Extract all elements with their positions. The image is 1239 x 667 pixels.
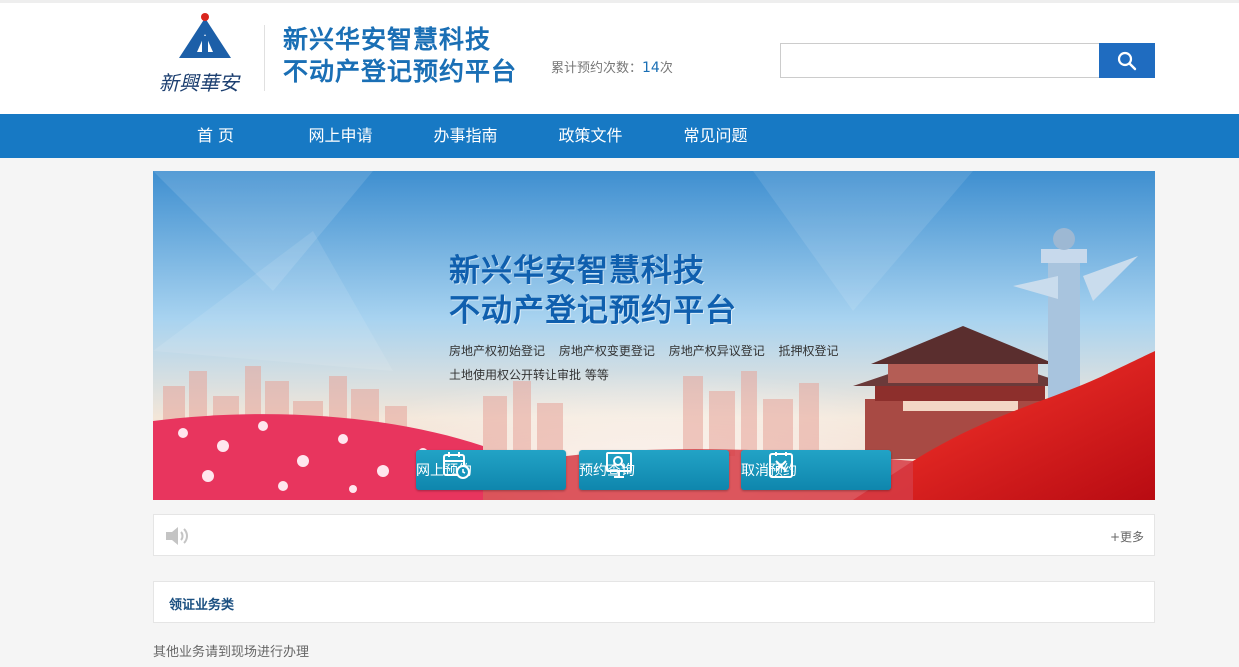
more-link[interactable]: +更多 bbox=[1110, 528, 1144, 545]
notice-bar: +更多 bbox=[153, 514, 1155, 556]
site-title-line2: 不动产登记预约平台 bbox=[283, 57, 518, 86]
certificate-section: 领证业务类 bbox=[153, 581, 1155, 623]
cancel-document-icon bbox=[769, 452, 793, 478]
cancel-appointment-button[interactable]: 取消预约 bbox=[741, 450, 891, 490]
main-nav: 首 页 网上申请 办事指南 政策文件 常见问题 bbox=[0, 114, 1239, 158]
appointment-counter: 累计预约次数：14次 bbox=[551, 57, 673, 76]
service-initial: 房地产权初始登记 bbox=[449, 344, 546, 358]
search-icon bbox=[1117, 51, 1137, 70]
nav-online-apply[interactable]: 网上申请 bbox=[278, 114, 403, 158]
counter-unit: 次 bbox=[659, 61, 673, 76]
nav-faq[interactable]: 常见问题 bbox=[653, 114, 778, 158]
service-land: 土地使用权公开转让审批 等等 bbox=[449, 368, 609, 382]
banner-services: 房地产权初始登记 房地产权变更登记 房地产权异议登记 抵押权登记 土地使用权公开… bbox=[449, 339, 849, 387]
search-button[interactable] bbox=[1099, 43, 1155, 78]
other-business-note: 其他业务请到现场进行办理 bbox=[153, 645, 310, 660]
banner-title-line1: 新兴华安智慧科技 bbox=[449, 253, 705, 289]
speaker-icon bbox=[166, 527, 188, 545]
service-mortgage: 抵押权登记 bbox=[778, 344, 839, 358]
hero-banner: 新兴华安智慧科技 不动产登记预约平台 房地产权初始登记 房地产权变更登记 房地产… bbox=[153, 171, 1155, 500]
search-input[interactable] bbox=[780, 43, 1100, 78]
counter-label: 累计预约次数： bbox=[551, 61, 643, 76]
appointment-query-button[interactable]: 预约查询 bbox=[579, 450, 729, 490]
header: 新興華安 新兴华安智慧科技 不动产登记预约平台 累计预约次数：14次 bbox=[0, 0, 1239, 114]
site-title-line1: 新兴华安智慧科技 bbox=[283, 25, 492, 54]
calendar-clock-icon bbox=[443, 452, 470, 479]
online-appointment-button[interactable]: 网上预约 bbox=[416, 450, 566, 490]
banner-title-line2: 不动产登记预约平台 bbox=[449, 293, 737, 329]
site-title: 新兴华安智慧科技 不动产登记预约平台 bbox=[283, 24, 517, 88]
logo-divider bbox=[264, 25, 265, 91]
nav-home[interactable]: 首 页 bbox=[153, 114, 278, 158]
nav-guide[interactable]: 办事指南 bbox=[403, 114, 528, 158]
service-objection: 房地产权异议登记 bbox=[668, 344, 765, 358]
nav-policy[interactable]: 政策文件 bbox=[528, 114, 653, 158]
logo-text: 新興華安 bbox=[159, 71, 241, 95]
service-change: 房地产权变更登记 bbox=[558, 344, 655, 358]
brand-logo: 新興華安 bbox=[159, 13, 241, 95]
counter-value: 14 bbox=[642, 60, 660, 76]
section-title: 领证业务类 bbox=[169, 598, 235, 613]
banner-title: 新兴华安智慧科技 不动产登记预约平台 bbox=[449, 251, 737, 331]
monitor-search-icon bbox=[606, 452, 632, 478]
